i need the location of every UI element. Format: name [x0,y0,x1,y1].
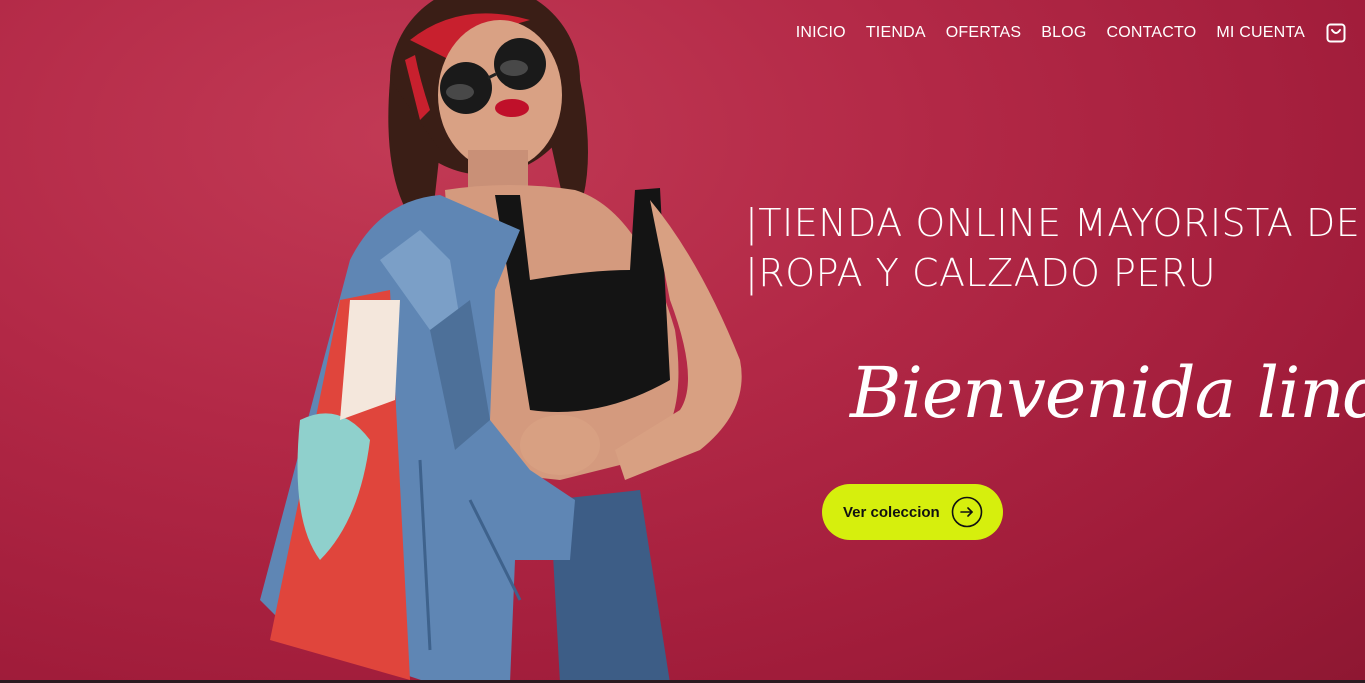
welcome-script-text: Bienvenida linda [850,352,1365,434]
hero-section: INICIO TIENDA OFERTAS BLOG CONTACTO MI C… [0,0,1365,683]
arrow-right-circle-icon [951,496,983,528]
nav-item-mi-cuenta[interactable]: MI CUENTA [1216,24,1305,42]
nav-item-tienda[interactable]: TIENDA [866,24,926,42]
main-nav: INICIO TIENDA OFERTAS BLOG CONTACTO MI C… [796,22,1347,44]
nav-item-ofertas[interactable]: OFERTAS [946,24,1022,42]
ver-coleccion-button[interactable]: Ver coleccion [822,484,1003,540]
headline-line-1: |TIENDA ONLINE MAYORISTA DE [745,201,1361,245]
headline-line-2: |ROPA Y CALZADO PERU [745,251,1217,295]
cta-label: Ver coleccion [843,503,940,521]
nav-item-contacto[interactable]: CONTACTO [1106,24,1196,42]
nav-item-inicio[interactable]: INICIO [796,24,846,42]
hero-model-image [230,0,790,683]
shopping-bag-icon[interactable] [1325,22,1347,44]
hero-headline: |TIENDA ONLINE MAYORISTA DE |ROPA Y CALZ… [745,198,1360,298]
nav-item-blog[interactable]: BLOG [1041,24,1086,42]
